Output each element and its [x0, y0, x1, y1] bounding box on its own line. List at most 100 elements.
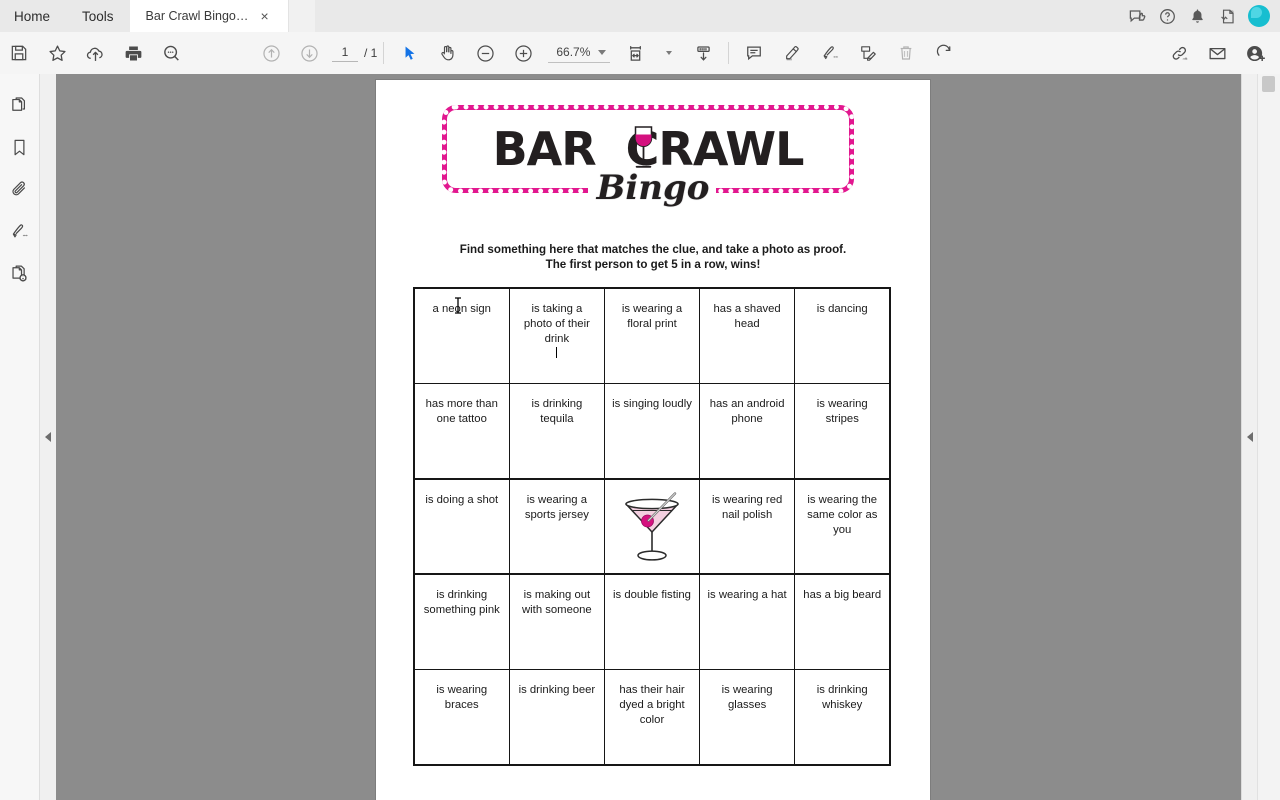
instructions-line-2: The first person to get 5 in a row, wins…: [545, 257, 761, 271]
sidebar-item-document-info[interactable]: [5, 258, 35, 288]
bingo-cell[interactable]: is drinking beer: [510, 670, 604, 764]
bingo-cell[interactable]: is wearing a hat: [700, 574, 794, 669]
undo-button[interactable]: [925, 34, 963, 72]
bingo-cell[interactable]: has a shaved head: [700, 289, 794, 383]
bingo-cell-text: has more than one tattoo: [425, 398, 498, 426]
search-button[interactable]: [152, 34, 190, 72]
email-button[interactable]: [1198, 34, 1236, 72]
draw-button[interactable]: [811, 34, 849, 72]
zoom-out-button[interactable]: [466, 34, 504, 72]
bingo-cell-text: is double fisting: [613, 588, 691, 601]
pdf-page[interactable]: BAR CRAWL Bingo Find something here that…: [376, 80, 930, 800]
tab-bar-actions: [1122, 0, 1280, 32]
upload-to-cloud-button[interactable]: [76, 34, 114, 72]
bingo-cell[interactable]: is wearing a sports jersey: [510, 479, 604, 574]
bingo-cell[interactable]: a neon sign: [415, 289, 509, 383]
menu-tools[interactable]: Tools: [66, 0, 130, 32]
bingo-cell[interactable]: is wearing a floral print: [605, 289, 699, 383]
vertical-scrollbar[interactable]: [1257, 74, 1280, 800]
bingo-cell[interactable]: has a big beard: [795, 574, 889, 669]
feedback-icon[interactable]: [1122, 1, 1152, 31]
bingo-cell-text: is wearing stripes: [816, 398, 868, 426]
bingo-grid: a neon sign is taking a photo of their d…: [413, 287, 891, 766]
add-person-button[interactable]: [1236, 34, 1274, 72]
collapse-right-panel-button[interactable]: [1241, 74, 1258, 800]
zoom-level-selector[interactable]: 66.7%: [548, 43, 611, 63]
print-button[interactable]: [114, 34, 152, 72]
toolbar-divider: [383, 42, 385, 64]
bingo-cell-text: is wearing a hat: [707, 588, 787, 601]
bingo-cell[interactable]: is wearing glasses: [700, 670, 794, 764]
sidebar-item-page-thumbnails[interactable]: [5, 90, 35, 120]
bingo-cell-text: has their hair dyed a bright color: [619, 684, 685, 727]
document-activity-icon[interactable]: [1212, 1, 1242, 31]
zoom-in-button[interactable]: [504, 34, 542, 72]
bingo-cell[interactable]: is wearing red nail polish: [700, 479, 794, 574]
help-icon[interactable]: [1152, 1, 1182, 31]
select-tool[interactable]: [390, 34, 428, 72]
bingo-cell-text: is singing loudly: [612, 398, 692, 411]
sidebar-item-attachments[interactable]: [5, 174, 35, 204]
wine-glass-icon: [634, 126, 653, 168]
fit-width-button[interactable]: [616, 34, 654, 72]
main-toolbar: / 1: [0, 32, 1280, 75]
bingo-cell-free-space[interactable]: [605, 479, 699, 574]
document-tab[interactable]: Bar Crawl Bingo E... ×: [129, 0, 289, 32]
martini-glass-icon: [625, 492, 679, 562]
bingo-cell[interactable]: is singing loudly: [605, 384, 699, 479]
bingo-cell[interactable]: is making out with someone: [510, 574, 604, 669]
bingo-cell[interactable]: is wearing the same color as you: [795, 479, 889, 574]
text-caret: [556, 347, 558, 359]
menu-home[interactable]: Home: [0, 0, 66, 32]
scroll-mode-button[interactable]: [684, 34, 722, 72]
bingo-cell-text: is wearing red nail polish: [711, 493, 783, 521]
bingo-cell[interactable]: has more than one tattoo: [415, 384, 509, 479]
fit-width-dropdown[interactable]: [654, 34, 684, 72]
document-tab-label: Bar Crawl Bingo E...: [145, 9, 250, 23]
bingo-cell-text: has an android phone: [709, 398, 785, 426]
bingo-cell-text: is wearing the same color as you: [807, 493, 878, 536]
save-button[interactable]: [0, 34, 38, 72]
logo-script-word: Bingo: [596, 168, 710, 208]
notification-bell-icon[interactable]: [1182, 1, 1212, 31]
pan-tool[interactable]: [428, 34, 466, 72]
bingo-cell[interactable]: is dancing: [795, 289, 889, 383]
chevron-down-icon[interactable]: [598, 49, 607, 55]
vertical-scrollbar-thumb[interactable]: [1262, 76, 1275, 92]
highlight-button[interactable]: [773, 34, 811, 72]
sidebar-item-signatures[interactable]: [5, 216, 35, 246]
logo-word-bar: BAR: [492, 122, 597, 176]
bingo-cell[interactable]: is wearing braces: [415, 670, 509, 764]
bingo-cell[interactable]: is double fisting: [605, 574, 699, 669]
tab-bar: Home Tools Bar Crawl Bingo E... ×: [0, 0, 1280, 33]
chevron-left-icon: [1247, 432, 1253, 442]
chevron-down-icon[interactable]: [666, 51, 673, 55]
bingo-cell[interactable]: is doing a shot: [415, 479, 509, 574]
bingo-cell[interactable]: has their hair dyed a bright color: [605, 670, 699, 764]
bingo-cell[interactable]: is wearing stripes: [795, 384, 889, 479]
add-to-favorites-button[interactable]: [38, 34, 76, 72]
tab-strip-filler: [288, 0, 315, 32]
bingo-cell-text: is drinking tequila: [531, 398, 583, 426]
bingo-cell[interactable]: is drinking whiskey: [795, 670, 889, 764]
close-icon[interactable]: ×: [258, 9, 272, 23]
instructions-line-1: Find something here that matches the clu…: [459, 243, 847, 256]
next-page-button[interactable]: [290, 34, 328, 72]
share-link-button[interactable]: [1160, 34, 1198, 72]
previous-page-button[interactable]: [252, 34, 290, 72]
bingo-cell[interactable]: has an android phone: [700, 384, 794, 479]
sidebar-item-bookmarks[interactable]: [5, 132, 35, 162]
collapse-left-panel-button[interactable]: [40, 74, 57, 800]
add-text-button[interactable]: [849, 34, 887, 72]
avatar[interactable]: [1248, 5, 1270, 27]
delete-button[interactable]: [887, 34, 925, 72]
bingo-cell-text: is wearing a sports jersey: [524, 493, 589, 521]
left-sidebar: [0, 74, 40, 800]
add-comment-button[interactable]: [735, 34, 773, 72]
bingo-cell[interactable]: is drinking tequila: [510, 384, 604, 479]
bingo-cell[interactable]: is drinking something pink: [415, 574, 509, 669]
page-number-input[interactable]: [332, 44, 358, 62]
bingo-cell-editing[interactable]: is taking a photo of their drink: [510, 289, 604, 383]
bingo-cell-text: has a big beard: [803, 588, 882, 601]
document-viewport[interactable]: BAR CRAWL Bingo Find something here that…: [56, 74, 1280, 800]
